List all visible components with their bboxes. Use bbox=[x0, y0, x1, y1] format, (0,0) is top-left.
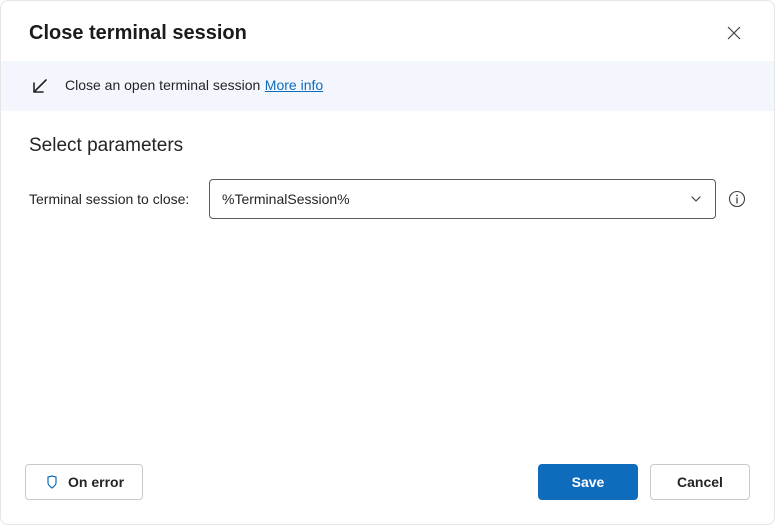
close-icon bbox=[726, 25, 742, 41]
info-banner: Close an open terminal session More info bbox=[1, 61, 774, 111]
shield-icon bbox=[44, 474, 60, 490]
save-button[interactable]: Save bbox=[538, 464, 638, 500]
terminal-session-label: Terminal session to close: bbox=[29, 191, 197, 207]
more-info-link[interactable]: More info bbox=[265, 77, 323, 93]
section-title: Select parameters bbox=[29, 135, 746, 157]
dialog-header: Close terminal session bbox=[1, 1, 774, 61]
cancel-label: Cancel bbox=[677, 474, 723, 490]
arrow-down-left-icon bbox=[29, 75, 51, 97]
dropdown-value: %TerminalSession% bbox=[222, 191, 350, 207]
close-terminal-session-dialog: Close terminal session Close an open ter… bbox=[0, 0, 775, 525]
close-button[interactable] bbox=[722, 21, 746, 45]
chevron-down-icon bbox=[689, 192, 703, 206]
terminal-session-dropdown[interactable]: %TerminalSession% bbox=[209, 179, 716, 219]
dialog-content: Select parameters Terminal session to cl… bbox=[1, 111, 774, 446]
dialog-title: Close terminal session bbox=[29, 22, 247, 45]
field-info-button[interactable] bbox=[728, 190, 746, 208]
cancel-button[interactable]: Cancel bbox=[650, 464, 750, 500]
save-label: Save bbox=[572, 474, 605, 490]
dialog-footer: On error Save Cancel bbox=[1, 446, 774, 524]
banner-description: Close an open terminal session bbox=[65, 77, 260, 93]
on-error-button[interactable]: On error bbox=[25, 464, 143, 500]
info-icon bbox=[728, 190, 746, 208]
footer-actions: Save Cancel bbox=[538, 464, 750, 500]
on-error-label: On error bbox=[68, 474, 124, 490]
banner-text: Close an open terminal session More info bbox=[65, 77, 323, 95]
terminal-session-row: Terminal session to close: %TerminalSess… bbox=[29, 179, 746, 219]
